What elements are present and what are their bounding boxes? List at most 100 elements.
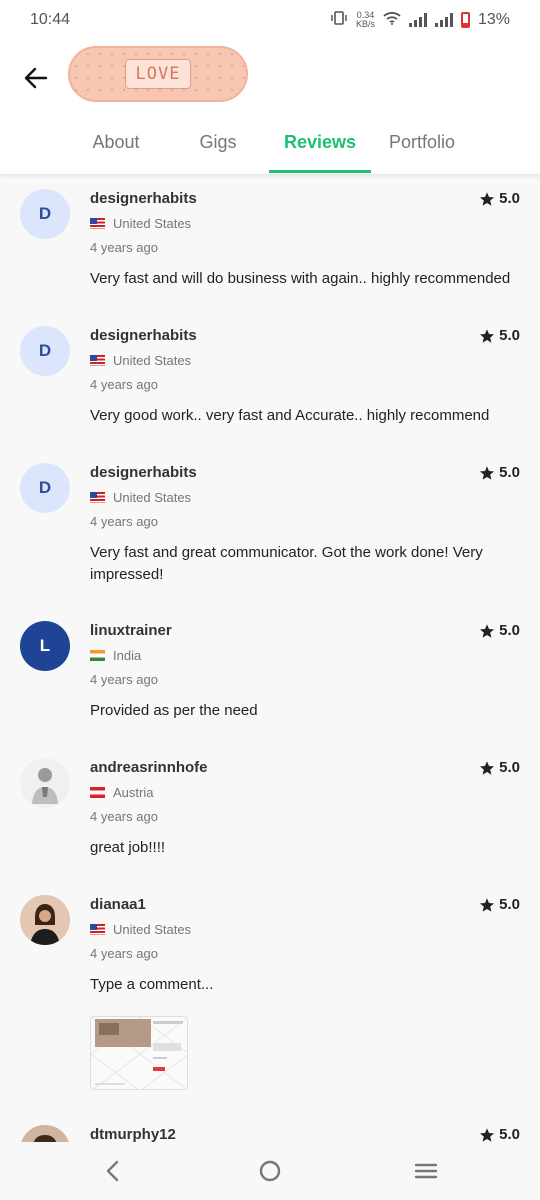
avatar[interactable]: D [20,463,70,513]
reviewer-name[interactable]: linuxtrainer [90,622,172,639]
rating: 5.0 [479,622,520,639]
logo-text: LOVE [124,59,192,89]
review-time: 4 years ago [90,946,158,961]
review-item: dianaa1 5.0 United States 4 years ago Ty… [0,882,540,1112]
vibrate-icon [330,10,348,30]
rating: 5.0 [479,759,520,776]
review-time: 4 years ago [90,514,158,529]
person-photo-icon [20,1125,70,1142]
review-comment: great job!!!! [90,839,166,856]
wifi-icon [383,11,401,30]
reviewer-name[interactable]: dtmurphy12 [90,1126,176,1142]
back-button[interactable] [20,62,52,94]
star-icon [480,328,495,343]
star-icon [480,465,495,480]
tab-about[interactable]: About [65,126,167,173]
nav-menu-button[interactable] [414,1159,438,1183]
austria-flag-icon [90,787,105,798]
country-name: United States [113,922,192,937]
country-name: India [113,648,142,663]
reviewer-country: United States [90,216,191,231]
country-name: United States [113,353,192,368]
signal-icon [408,13,427,27]
star-icon [480,1127,495,1142]
person-photo-icon [20,895,70,945]
rating: 5.0 [479,327,520,344]
rating: 5.0 [479,1126,520,1142]
review-comment: Very fast and great communicator. Got th… [90,544,483,583]
country-name: United States [113,216,192,231]
net-speed: 0.34 KB/s [356,11,375,29]
star-icon [480,623,495,638]
reviewer-country: United States [90,922,191,937]
status-bar: 10:44 0.34 KB/s 13% [0,0,540,40]
review-time: 4 years ago [90,809,158,824]
battery-level: 13% [477,11,510,28]
review-item: andreasrinnhofe 5.0 Austria 4 years ago … [0,745,540,882]
reviewer-country: United States [90,353,191,368]
reviewer-name[interactable]: designerhabits [90,327,197,344]
review-comment: Very fast and will do business with agai… [90,270,511,287]
rating-value: 5.0 [499,622,520,639]
person-photo-icon [32,768,58,804]
review-comment: Type a comment... [90,976,214,993]
signal-icon [434,13,453,27]
reviews-list[interactable]: D designerhabits 5.0 United States 4 yea… [0,176,540,1142]
app-header: LOVE About Gigs Reviews Portfolio [0,40,540,175]
nav-back-button[interactable] [101,1159,125,1183]
rating: 5.0 [479,464,520,481]
reviewer-name[interactable]: andreasrinnhofe [90,759,208,776]
country-name: United States [113,490,192,505]
review-item: dtmurphy12 5.0 [0,1112,540,1142]
net-speed-unit: KB/s [355,19,375,29]
tab-portfolio[interactable]: Portfolio [371,126,473,173]
avatar[interactable]: D [20,189,70,239]
reviewer-country: United States [90,490,191,505]
review-comment: Very good work.. very fast and Accurate.… [90,407,490,424]
reviewer-country: India [90,648,141,663]
review-item: L linuxtrainer 5.0 India 4 years ago Pro… [0,608,540,745]
rating: 5.0 [479,190,520,207]
review-item: D designerhabits 5.0 United States 4 yea… [0,450,540,608]
star-icon [480,760,495,775]
rating-value: 5.0 [499,759,520,776]
rating-value: 5.0 [499,327,520,344]
rating-value: 5.0 [499,190,520,207]
tab-gigs[interactable]: Gigs [167,126,269,173]
battery-icon [460,12,470,28]
avatar[interactable] [20,758,70,808]
seller-logo: LOVE [68,46,248,102]
review-item: D designerhabits 5.0 United States 4 yea… [0,176,540,313]
avatar[interactable] [20,895,70,945]
review-time: 4 years ago [90,377,158,392]
attachment-image [91,1017,187,1089]
us-flag-icon [90,218,105,229]
reviewer-name[interactable]: dianaa1 [90,896,146,913]
review-time: 4 years ago [90,672,158,687]
back-arrow-icon [24,67,48,89]
rating: 5.0 [479,896,520,913]
reviewer-country: Austria [90,785,153,800]
nav-home-button[interactable] [258,1159,282,1183]
avatar[interactable] [20,1125,70,1142]
review-time: 4 years ago [90,240,158,255]
review-attachment-thumbnail[interactable] [90,1016,188,1090]
star-icon [480,191,495,206]
review-item: D designerhabits 5.0 United States 4 yea… [0,313,540,450]
us-flag-icon [90,492,105,503]
avatar[interactable]: L [20,621,70,671]
india-flag-icon [90,650,105,661]
status-icons: 0.34 KB/s 13% [330,11,510,30]
system-nav-bar [0,1142,540,1200]
rating-value: 5.0 [499,464,520,481]
reviewer-name[interactable]: designerhabits [90,190,197,207]
us-flag-icon [90,924,105,935]
review-comment: Provided as per the need [90,702,258,719]
reviewer-name[interactable]: designerhabits [90,464,197,481]
country-name: Austria [113,785,154,800]
menu-icon [414,1163,438,1179]
rating-value: 5.0 [499,896,520,913]
status-time: 10:44 [30,11,71,28]
avatar[interactable]: D [20,326,70,376]
tab-reviews[interactable]: Reviews [269,126,371,173]
